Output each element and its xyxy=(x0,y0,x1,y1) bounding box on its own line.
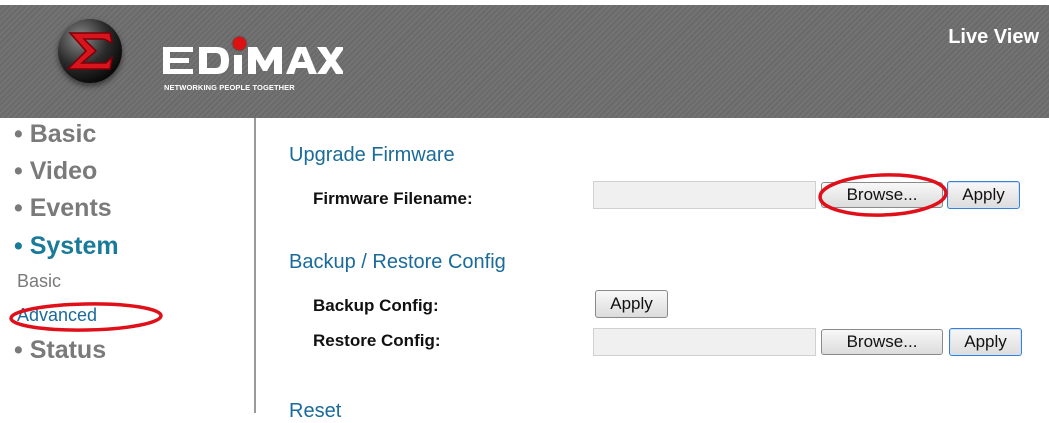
section-title-reset: Reset xyxy=(289,400,342,422)
sidebar-item-video[interactable]: • Video xyxy=(14,157,97,186)
firmware-filename-input[interactable] xyxy=(593,181,816,209)
restore-config-input[interactable] xyxy=(593,328,816,356)
restore-config-label: Restore Config: xyxy=(313,331,441,350)
sidebar-item-system[interactable]: • System xyxy=(14,232,119,261)
firmware-browse-button[interactable]: Browse... xyxy=(821,182,943,208)
brand-red-dot-icon xyxy=(233,37,246,50)
sidebar-subitem-basic[interactable]: Basic xyxy=(17,271,61,292)
restore-apply-button[interactable]: Apply xyxy=(949,328,1022,356)
section-title-backup-restore: Backup / Restore Config xyxy=(289,251,506,273)
main-content: Upgrade Firmware Firmware Filename: Brow… xyxy=(258,118,1049,422)
backup-config-apply-button[interactable]: Apply xyxy=(595,290,668,318)
sidebar: • Basic • Video • Events • System Basic … xyxy=(0,118,256,413)
backup-config-label: Backup Config: xyxy=(313,296,439,315)
firmware-apply-button[interactable]: Apply xyxy=(947,181,1020,209)
header-bar: NETWORKING PEOPLE TOGETHER Live View xyxy=(0,5,1049,118)
brand-tagline: NETWORKING PEOPLE TOGETHER xyxy=(164,83,295,92)
section-title-upgrade-firmware: Upgrade Firmware xyxy=(289,144,455,166)
firmware-filename-label: Firmware Filename: xyxy=(313,189,473,208)
sidebar-item-basic[interactable]: • Basic xyxy=(14,120,96,149)
sidebar-item-status[interactable]: • Status xyxy=(14,336,106,365)
sidebar-subitem-advanced[interactable]: Advanced xyxy=(17,305,97,326)
restore-browse-button[interactable]: Browse... xyxy=(821,329,943,355)
edimax-brand[interactable]: NETWORKING PEOPLE TOGETHER xyxy=(163,37,363,97)
edimax-wordmark-icon xyxy=(163,47,343,74)
live-view-link[interactable]: Live View xyxy=(948,26,1039,49)
sidebar-item-events[interactable]: • Events xyxy=(14,194,112,223)
sigma-glyph-icon xyxy=(66,32,114,70)
